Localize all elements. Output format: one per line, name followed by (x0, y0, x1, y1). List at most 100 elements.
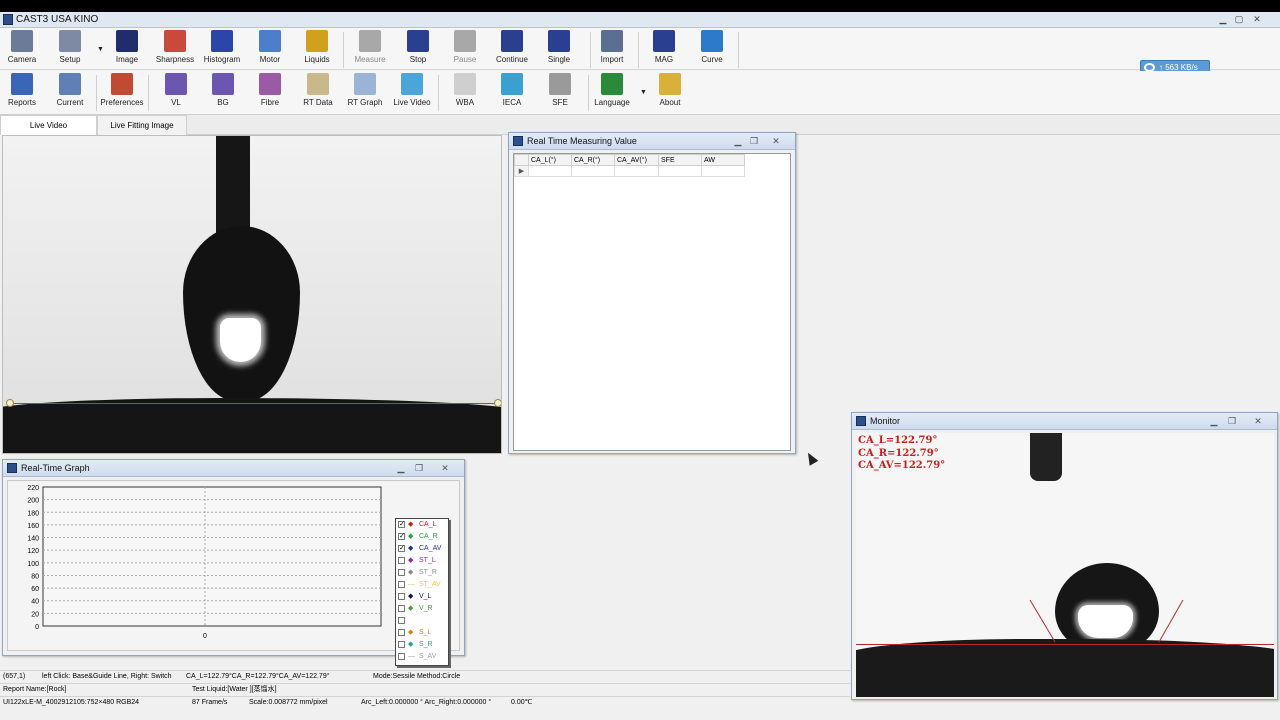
toolbar-button-language[interactable]: Language (585, 73, 639, 111)
toolbar-button-curve[interactable]: Curve (685, 30, 739, 68)
restore-icon[interactable]: ❐ (412, 463, 426, 473)
toolbar-button-current[interactable]: Current (43, 73, 97, 111)
close-icon[interactable]: ✕ (1251, 416, 1265, 426)
measuring-grid[interactable]: CA_L(°) CA_R(°) CA_AV(°) SFE AW ▶ (513, 153, 791, 451)
close-icon[interactable]: ✕ (438, 463, 452, 473)
window-titlebar[interactable]: Real Time Measuring Value ▁ ❐ ✕ (509, 133, 795, 150)
baseline-right-handle[interactable] (494, 399, 501, 407)
toolbar-button-preferences[interactable]: Preferences (95, 73, 149, 111)
baseline-left-handle[interactable] (6, 399, 14, 407)
base-line[interactable] (9, 403, 499, 404)
toolbar-button-sharpness[interactable]: Sharpness (148, 30, 202, 68)
toolbar-button-rt-graph[interactable]: RT Graph (338, 73, 392, 111)
legend-checkbox[interactable]: ✓ (398, 533, 405, 540)
restore-icon[interactable]: ❐ (1225, 416, 1239, 426)
minimize-icon[interactable]: ▁ (731, 136, 745, 146)
legend-checkbox[interactable] (398, 641, 405, 648)
restore-icon[interactable]: ❐ (747, 136, 761, 146)
toolbar-button-fibre[interactable]: Fibre (243, 73, 297, 111)
table-cell[interactable] (701, 165, 745, 177)
table-cell[interactable] (658, 165, 702, 177)
minimize-icon[interactable]: ▁ (1207, 416, 1221, 426)
table-cell[interactable] (571, 165, 615, 177)
legend-item-st-l[interactable]: ◆ ST_L (396, 555, 448, 567)
legend-item-ca-av[interactable]: ✓ ◆ CA_AV (396, 543, 448, 555)
pendant-drop (183, 226, 300, 401)
legend-item-ca-l[interactable]: ✓ ◆ CA_L (396, 519, 448, 531)
legend-checkbox[interactable] (398, 605, 405, 612)
graph-svg: 0 20 40 60 80 100 120 140 160 180 200 220 0 (27, 485, 382, 640)
column-header[interactable]: CA_L(°) (528, 154, 572, 166)
legend-item-st-av[interactable]: — ST_AV (396, 579, 448, 591)
toolbar-button-label: Sharpness (155, 55, 195, 64)
legend-checkbox[interactable] (398, 557, 405, 564)
toolbar-button-rt-data[interactable]: RT Data (291, 73, 345, 111)
toolbar-button-measure[interactable]: Measure (343, 30, 397, 68)
toolbar-button-sfe[interactable]: SFE (533, 73, 587, 111)
window-titlebar[interactable]: Real-Time Graph ▁ ❐ ✕ (3, 460, 464, 477)
legend-item[interactable] (396, 615, 448, 627)
toolbar-button-bg[interactable]: BG (196, 73, 250, 111)
toolbar-button-label: MAG (654, 55, 674, 64)
maximize-icon[interactable]: ▢ (1232, 14, 1246, 25)
legend-checkbox[interactable] (398, 629, 405, 636)
legend-checkbox[interactable]: ✓ (398, 521, 405, 528)
toolbar-button-live-video[interactable]: Live Video (385, 73, 439, 111)
tab-live-fitting-image[interactable]: Live Fitting Image (97, 115, 187, 135)
legend-checkbox[interactable]: ✓ (398, 545, 405, 552)
table-row[interactable]: ▶ (514, 165, 745, 177)
status-values: CA_L=122.79°CA_R=122.79°CA_AV=122.79° (186, 673, 330, 680)
toolbar-button-about[interactable]: About (643, 73, 697, 111)
toolbar-button-image[interactable]: Image (100, 30, 154, 68)
toolbar-button-ieca[interactable]: IECA (485, 73, 539, 111)
column-header[interactable]: CA_AV(°) (614, 154, 659, 166)
legend-item-s-av[interactable]: — S_AV (396, 651, 448, 663)
toolbar-button-vl[interactable]: VL (149, 73, 203, 111)
toolbar-button-liquids[interactable]: Liquids (290, 30, 344, 68)
column-header[interactable]: SFE (658, 154, 702, 166)
dropdown-arrow-icon[interactable]: ▼ (640, 89, 647, 96)
toolbar-button-import[interactable]: Import (585, 30, 639, 68)
legend-item-ca-r[interactable]: ✓ ◆ CA_R (396, 531, 448, 543)
ieca-icon (501, 73, 523, 95)
toolbar-button-reports[interactable]: Reports (0, 73, 49, 111)
legend-checkbox[interactable] (398, 593, 405, 600)
graph-plot-area[interactable]: 0 20 40 60 80 100 120 140 160 180 200 220 0 ✓ ◆ CA_L ✓ ◆… (7, 480, 460, 666)
column-header[interactable]: CA_R(°) (571, 154, 615, 166)
minimize-icon[interactable]: ▁ (1216, 14, 1230, 25)
toolbar-button-mag[interactable]: MAG (637, 30, 691, 68)
minimize-icon[interactable]: ▁ (394, 463, 408, 473)
legend-checkbox[interactable] (398, 617, 405, 624)
toolbar-button-camera[interactable]: Camera (0, 30, 49, 68)
live-video-view[interactable] (2, 135, 502, 454)
tab-live-video[interactable]: Live Video (0, 115, 97, 135)
legend-item-v-l[interactable]: ◆ V_L (396, 591, 448, 603)
column-header[interactable]: AW (701, 154, 745, 166)
table-cell[interactable] (614, 165, 659, 177)
legend-checkbox[interactable] (398, 569, 405, 576)
legend-item-s-l[interactable]: ◆ S_L (396, 627, 448, 639)
graph-legend: ✓ ◆ CA_L ✓ ◆ CA_R ✓ ◆ CA_AV ◆ ST_L ◆ ST_R — ST_AV ◆ V_L ◆… (395, 518, 449, 666)
close-icon[interactable]: ✕ (769, 136, 783, 146)
toolbar-button-label: IECA (502, 98, 522, 107)
close-icon[interactable]: ✕ (1250, 14, 1264, 25)
table-cell[interactable] (528, 165, 572, 177)
toolbar-button-wba[interactable]: WBA (438, 73, 492, 111)
legend-item-st-r[interactable]: ◆ ST_R (396, 567, 448, 579)
dropdown-arrow-icon[interactable]: ▼ (97, 46, 104, 53)
toolbar-button-pause[interactable]: Pause (438, 30, 492, 68)
toolbar-button-setup[interactable]: Setup (43, 30, 97, 68)
toolbar-button-motor[interactable]: Motor (243, 30, 297, 68)
legend-checkbox[interactable] (398, 653, 405, 660)
toolbar-button-histogram[interactable]: Histogram (195, 30, 249, 68)
pause-icon (454, 30, 476, 52)
legend-item-v-r[interactable]: ◆ V_R (396, 603, 448, 615)
import-icon (601, 30, 623, 52)
legend-checkbox[interactable] (398, 581, 405, 588)
window-titlebar[interactable]: Monitor ▁ ❐ ✕ (852, 413, 1277, 430)
toolbar-button-continue[interactable]: Continue (485, 30, 539, 68)
legend-label: V_L (419, 593, 432, 600)
toolbar-button-stop[interactable]: Stop (391, 30, 445, 68)
legend-item-s-r[interactable]: ◆ S_R (396, 639, 448, 651)
toolbar-button-single[interactable]: Single (532, 30, 586, 68)
